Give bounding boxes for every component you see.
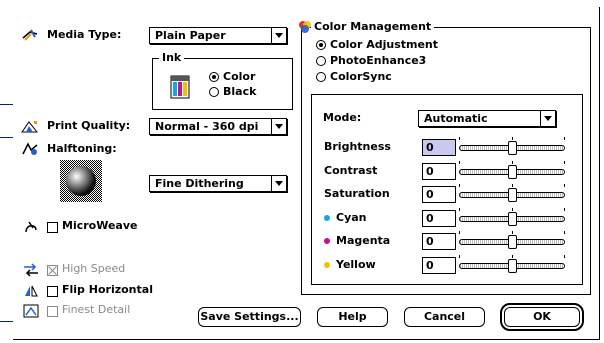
save-settings-button[interactable]: Save Settings... (198, 307, 301, 327)
ink-black-label[interactable]: Black (223, 85, 256, 99)
slider-tick (564, 137, 565, 140)
callout-line-print-quality (0, 137, 14, 138)
slider-tick (564, 184, 565, 187)
adjustment-slider[interactable] (459, 184, 565, 202)
slider-tick (459, 208, 460, 211)
media-type-value: Plain Paper (155, 29, 226, 42)
adjustment-slider[interactable] (459, 161, 565, 179)
slider-label: Brightness (324, 140, 391, 153)
color-management-title: Color Management (311, 20, 435, 34)
print-quality-value: Normal - 360 dpi (155, 120, 259, 133)
flip-horizontal-icon (25, 285, 38, 297)
slider-tick (564, 161, 565, 164)
photoenhance-label[interactable]: PhotoEnhance3 (330, 54, 426, 68)
slider-value-field[interactable]: 0 (422, 257, 456, 274)
slider-thumb[interactable] (508, 188, 517, 202)
chevron-down-icon (540, 111, 555, 126)
colorsync-radio[interactable] (316, 72, 326, 82)
cancel-button[interactable]: Cancel (404, 307, 485, 327)
halftoning-popup[interactable]: Fine Dithering (149, 175, 287, 192)
high-speed-label[interactable]: High Speed (62, 262, 125, 276)
flip-horizontal-label[interactable]: Flip Horizontal (62, 283, 153, 297)
slider-thumb[interactable] (508, 212, 517, 226)
chevron-down-icon (271, 176, 286, 191)
chevron-down-icon (271, 28, 286, 43)
slider-label: Magenta (336, 234, 391, 247)
halftoning-value: Fine Dithering (155, 177, 244, 190)
media-type-popup[interactable]: Plain Paper (149, 27, 287, 44)
high-speed-checkbox[interactable] (47, 265, 58, 276)
slider-label: Contrast (324, 164, 378, 177)
finest-detail-checkbox[interactable] (47, 306, 58, 317)
adjustment-slider[interactable] (459, 208, 565, 226)
slider-tick (512, 161, 513, 164)
halftone-preview-image (60, 160, 102, 202)
colorsync-label[interactable]: ColorSync (330, 70, 392, 84)
slider-tick (459, 231, 460, 234)
slider-label: Saturation (324, 187, 390, 200)
color-dot-icon (324, 262, 330, 268)
slider-thumb[interactable] (508, 165, 517, 179)
print-quality-popup[interactable]: Normal - 360 dpi (149, 118, 287, 135)
slider-tick (512, 255, 513, 258)
color-management-icon (299, 21, 311, 33)
mode-label: Mode: (323, 111, 362, 124)
adjustment-slider[interactable] (459, 231, 565, 249)
mode-popup[interactable]: Automatic (418, 110, 556, 127)
printer-settings-dialog: Media Type: Plain Paper Ink Color Black … (13, 7, 600, 340)
slider-tick (512, 231, 513, 234)
ink-black-radio[interactable] (209, 87, 219, 97)
slider-thumb[interactable] (508, 259, 517, 273)
microweave-icon (25, 221, 37, 233)
adjustment-slider[interactable] (459, 255, 565, 273)
slider-value-field[interactable]: 0 (422, 163, 456, 180)
ink-cartridge-icon (170, 75, 190, 99)
mode-value: Automatic (424, 112, 488, 125)
slider-tick (459, 184, 460, 187)
ink-color-label[interactable]: Color (223, 70, 255, 84)
color-adjustment-label[interactable]: Color Adjustment (330, 38, 438, 52)
chevron-down-icon (271, 119, 286, 134)
photoenhance-radio[interactable] (316, 56, 326, 66)
media-type-label: Media Type: (47, 28, 122, 41)
ink-group-title: Ink (159, 51, 185, 65)
slider-tick (459, 161, 460, 164)
microweave-label[interactable]: MicroWeave (62, 219, 137, 233)
microweave-checkbox[interactable] (47, 222, 58, 233)
color-dot-icon (324, 215, 330, 221)
halftoning-icon (22, 142, 38, 155)
high-speed-icon (24, 263, 38, 277)
flip-horizontal-checkbox[interactable] (47, 286, 58, 297)
slider-tick (564, 208, 565, 211)
color-adjustment-radio[interactable] (316, 40, 326, 50)
halftoning-label: Halftoning: (47, 142, 117, 155)
slider-value-field[interactable]: 0 (422, 233, 456, 250)
slider-tick (459, 137, 460, 140)
slider-tick (512, 137, 513, 140)
slider-tick (564, 255, 565, 258)
slider-label: Yellow (336, 258, 376, 271)
finest-detail-icon (23, 304, 39, 318)
ink-color-radio[interactable] (209, 72, 219, 82)
media-type-icon (22, 29, 38, 41)
slider-value-field[interactable]: 0 (422, 186, 456, 203)
color-dot-icon (324, 238, 330, 244)
slider-label: Cyan (336, 211, 367, 224)
print-quality-label: Print Quality: (47, 119, 131, 132)
ok-button[interactable]: OK (500, 303, 584, 331)
finest-detail-label[interactable]: Finest Detail (62, 303, 130, 317)
slider-thumb[interactable] (508, 141, 517, 155)
slider-tick (512, 184, 513, 187)
slider-value-field[interactable]: 0 (422, 139, 456, 156)
slider-tick (512, 208, 513, 211)
print-quality-icon (21, 121, 39, 133)
adjustment-slider[interactable] (459, 137, 565, 155)
slider-tick (459, 255, 460, 258)
slider-tick (564, 231, 565, 234)
help-button[interactable]: Help (317, 307, 388, 327)
slider-value-field[interactable]: 0 (422, 210, 456, 227)
slider-thumb[interactable] (508, 235, 517, 249)
